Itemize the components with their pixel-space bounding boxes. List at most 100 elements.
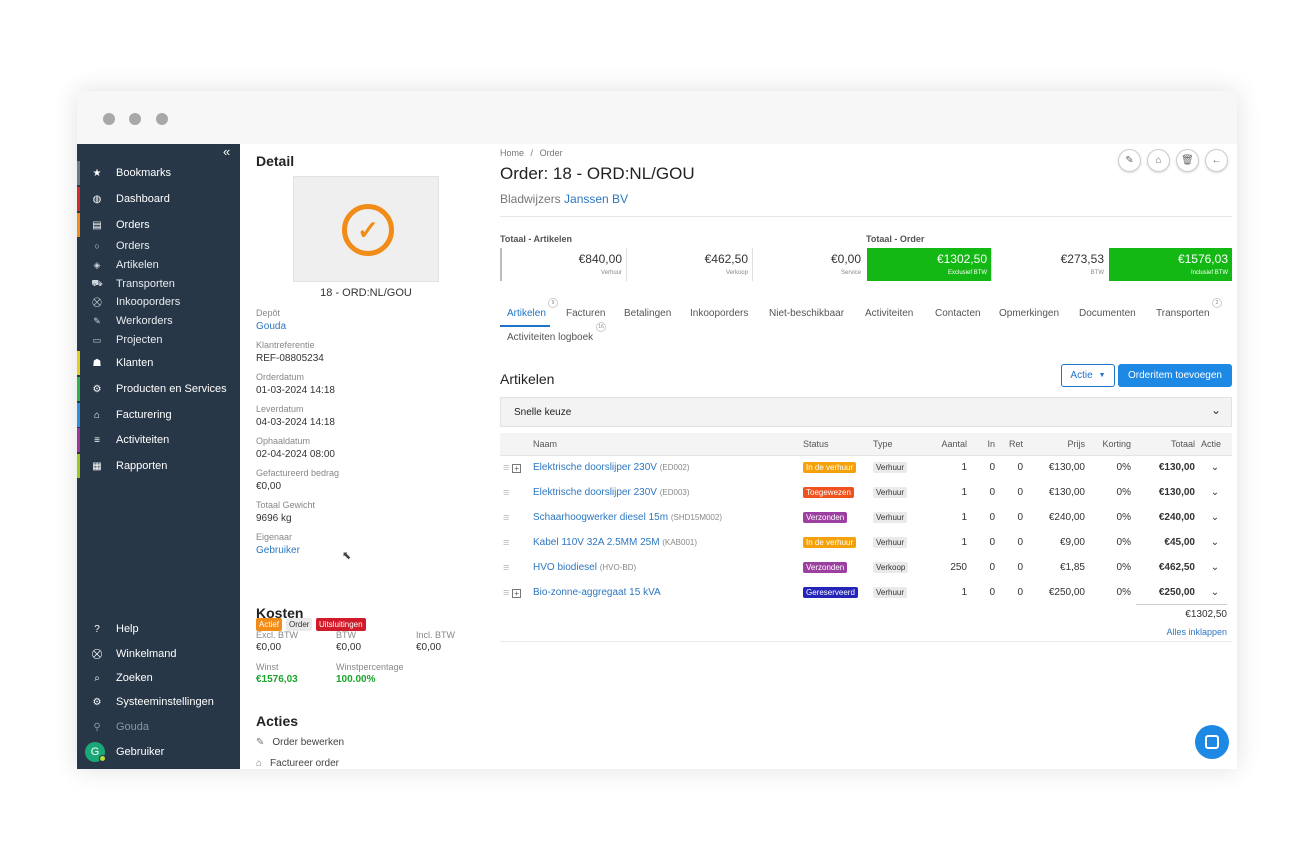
add-orderitem-button[interactable]: Orderitem toevoegen — [1118, 364, 1232, 387]
drag-handle-icon[interactable]: ≡ — [503, 512, 509, 524]
drag-handle-icon[interactable]: ≡ — [503, 462, 509, 474]
type-badge: Verhuur — [873, 462, 908, 474]
edit-button[interactable]: ✎ — [1118, 149, 1141, 172]
chat-launcher-button[interactable] — [1195, 725, 1229, 759]
sidebar-item-dashboard[interactable]: ◍ Dashboard — [77, 187, 240, 211]
sidebar-subitem-transporten[interactable]: ⛟ Transporten — [77, 275, 240, 293]
drag-handle-icon[interactable]: ≡ — [503, 587, 509, 599]
header-aantal[interactable]: Aantal — [926, 433, 970, 456]
cell-korting: 0% — [1116, 587, 1131, 598]
cell-prijs: €1,85 — [1059, 562, 1085, 573]
tab-betalingen[interactable]: Betalingen — [624, 308, 671, 319]
expand-icon[interactable]: + — [512, 463, 522, 473]
sidebar-subitem-orders[interactable]: ○ Orders — [77, 237, 240, 255]
sidebar-item-activiteiten[interactable]: ≡ Activiteiten — [77, 428, 240, 452]
drag-handle-icon[interactable]: ≡ — [503, 487, 509, 499]
header-in[interactable]: In — [970, 433, 998, 456]
back-button[interactable]: ← — [1205, 149, 1228, 172]
window-dot-maximize[interactable] — [156, 113, 168, 125]
row-action-chevron-icon[interactable]: ⌄ — [1211, 562, 1219, 573]
sidebar-item-label: Producten en Services — [116, 383, 227, 395]
sidebar-item-winkelmand[interactable]: ⛒ Winkelmand — [77, 642, 240, 666]
expand-icon[interactable]: + — [512, 588, 522, 598]
cart-icon: ⛒ — [92, 296, 102, 307]
tab-contacten[interactable]: Contacten — [935, 308, 981, 319]
sidebar-item-klanten[interactable]: ☗ Klanten — [77, 351, 240, 375]
row-action-chevron-icon[interactable]: ⌄ — [1211, 487, 1219, 498]
sidebar-item-user[interactable]: G Gebruiker — [77, 740, 240, 764]
app-window: « ★ Bookmarks ◍ Dashboard ▤ Orders ○ Ord… — [77, 91, 1237, 769]
header-type[interactable]: Type — [870, 433, 926, 456]
tab-inkooporders[interactable]: Inkooporders — [690, 308, 748, 319]
collapse-all-link[interactable]: Alles inklappen — [1123, 627, 1227, 637]
detail-panel: Detail ✓ 18 - ORD:NL/GOU Depôt Gouda Kla… — [240, 144, 483, 769]
sidebar-subitem-artikelen[interactable]: ◈ Artikelen — [77, 256, 240, 274]
invoice-button[interactable]: ⌂ — [1147, 149, 1170, 172]
sidebar-item-facturering[interactable]: ⌂ Facturering — [77, 403, 240, 427]
window-dot-minimize[interactable] — [129, 113, 141, 125]
actie-dropdown-button[interactable]: Actie ▼ — [1061, 364, 1115, 387]
row-action-chevron-icon[interactable]: ⌄ — [1211, 537, 1219, 548]
gefactureerd-value: €0,00 — [256, 481, 282, 492]
tab-activiteiten-logboek[interactable]: Activiteiten logboek — [507, 332, 593, 343]
customer-link[interactable]: Janssen BV — [564, 192, 628, 206]
row-action-chevron-icon[interactable]: ⌄ — [1211, 587, 1219, 598]
kosten-label-excl: Excl. BTW — [256, 630, 298, 640]
gear-icon: ⚙ — [92, 696, 102, 708]
cube-icon: ◈ — [93, 259, 101, 270]
breadcrumb: Home / Order — [500, 148, 563, 158]
table-row: ≡ Elektrische doorslijper 230V (ED003) T… — [500, 480, 1232, 505]
item-name-link[interactable]: Kabel 110V 32A 2.5MM 25M — [533, 537, 660, 548]
eigenaar-link[interactable]: Gebruiker — [256, 545, 300, 556]
item-name-link[interactable]: HVO biodiesel — [533, 562, 597, 573]
row-action-chevron-icon[interactable]: ⌄ — [1211, 462, 1219, 473]
sidebar-subitem-inkooporders[interactable]: ⛒ Inkooporders — [77, 293, 240, 311]
tab-documenten[interactable]: Documenten — [1079, 308, 1136, 319]
action-order-bewerken[interactable]: ✎ Order bewerken — [256, 737, 344, 748]
snelle-keuze-panel[interactable]: Snelle keuze ⌄ — [500, 397, 1232, 427]
header-status[interactable]: Status — [800, 433, 870, 456]
sidebar-item-orders[interactable]: ▤ Orders — [77, 213, 240, 237]
sidebar-item-zoeken[interactable]: ⌕ Zoeken — [77, 666, 240, 690]
sidebar-item-location[interactable]: ⚲ Gouda — [77, 715, 240, 739]
header-totaal[interactable]: Totaal — [1134, 433, 1198, 456]
item-name-link[interactable]: Elektrische doorslijper 230V — [533, 462, 657, 473]
table-icon: ▦ — [92, 460, 102, 472]
sidebar-item-label: Dashboard — [116, 193, 170, 205]
header-korting[interactable]: Korting — [1088, 433, 1134, 456]
sidebar-item-help[interactable]: ? Help — [77, 617, 240, 641]
tab-opmerkingen[interactable]: Opmerkingen — [999, 308, 1059, 319]
header-prijs[interactable]: Prijs — [1026, 433, 1088, 456]
breadcrumb-home[interactable]: Home — [500, 148, 524, 158]
cell-prijs: €250,00 — [1048, 587, 1085, 598]
tab-transporten[interactable]: Transporten — [1156, 308, 1210, 319]
item-name-link[interactable]: Schaarhoogwerker diesel 15m — [533, 512, 668, 523]
drag-handle-icon[interactable]: ≡ — [503, 537, 509, 549]
sidebar-subitem-werkorders[interactable]: ✎ Werkorders — [77, 312, 240, 330]
tab-activiteiten[interactable]: Activiteiten — [865, 308, 913, 319]
item-name-link[interactable]: Elektrische doorslijper 230V — [533, 487, 657, 498]
tab-facturen[interactable]: Facturen — [566, 308, 605, 319]
type-badge: Verhuur — [873, 512, 908, 523]
delete-button[interactable]: 🗑 — [1176, 149, 1199, 172]
sidebar-item-producten[interactable]: ⚙ Producten en Services — [77, 377, 240, 401]
sidebar-item-systeeminstellingen[interactable]: ⚙ Systeeminstellingen — [77, 690, 240, 714]
kosten-label-incl: Incl. BTW — [416, 630, 456, 640]
sidebar-subitem-projecten[interactable]: ▭ Projecten — [77, 331, 240, 349]
sidebar-item-bookmarks[interactable]: ★ Bookmarks — [77, 161, 240, 185]
drag-handle-icon[interactable]: ≡ — [503, 562, 509, 574]
row-action-chevron-icon[interactable]: ⌄ — [1211, 512, 1219, 523]
main-content: Home / Order Order: 18 - ORD:NL/GOU Blad… — [483, 144, 1237, 769]
sidebar-item-rapporten[interactable]: ▦ Rapporten — [77, 454, 240, 478]
item-name-link[interactable]: Bio-zonne-aggregaat 15 kVA — [533, 587, 661, 598]
header-ret[interactable]: Ret — [998, 433, 1026, 456]
header-naam[interactable]: Naam — [530, 433, 800, 456]
section-title: Artikelen — [500, 371, 555, 387]
status-badge: Toegewezen — [803, 487, 854, 498]
action-factureer-order[interactable]: ⌂ Factureer order — [256, 758, 339, 769]
sidebar-collapse-icon[interactable]: « — [223, 144, 230, 159]
tab-artikelen[interactable]: Artikelen — [507, 308, 546, 319]
depot-link[interactable]: Gouda — [256, 321, 286, 332]
tab-niet-beschikbaar[interactable]: Niet-beschikbaar — [769, 308, 844, 319]
window-dot-close[interactable] — [103, 113, 115, 125]
